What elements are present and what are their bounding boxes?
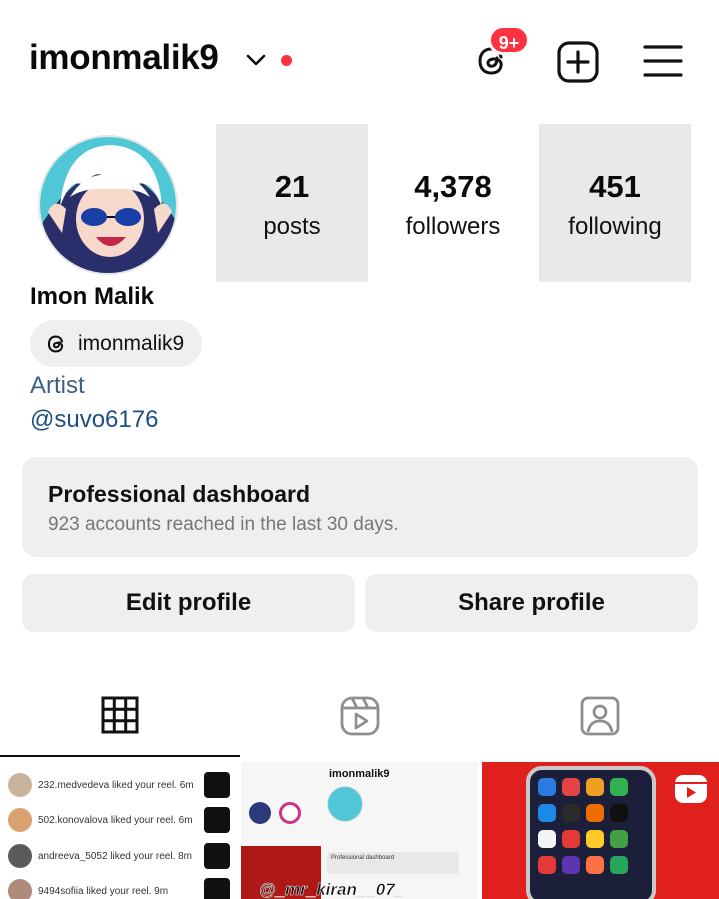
notification-text: andreeva_5052 liked your reel. 8m — [38, 850, 192, 862]
chevron-down-icon[interactable] — [245, 52, 267, 68]
top-bar: imonmalik9 9+ — [0, 0, 719, 120]
following-label: following — [568, 213, 662, 240]
list-item: andreeva_5052 liked your reel. 8m — [8, 843, 230, 869]
tab-posts-grid[interactable] — [0, 680, 240, 756]
avatar-illustration — [40, 137, 176, 273]
notification-text: 502.konovalova liked your reel. 6m — [38, 814, 193, 826]
mini-username: imonmalik9 — [329, 768, 390, 780]
mini-dashboard: Professional dashboard — [327, 852, 459, 874]
share-profile-button[interactable]: Share profile — [365, 574, 698, 632]
phone-image — [526, 766, 656, 899]
threads-handle: imonmalik9 — [78, 331, 185, 355]
post-thumbnail-1[interactable]: 232.medvedeva liked your reel. 6m 502.ko… — [0, 762, 237, 899]
bio-mention-link[interactable]: @suvo6176 — [30, 406, 158, 434]
notification-badge: 9+ — [488, 25, 530, 55]
reel-thumbnail — [204, 878, 230, 899]
posts-count: 21 — [274, 169, 310, 204]
posts-label: posts — [263, 213, 321, 240]
account-username[interactable]: imonmalik9 — [29, 38, 219, 78]
followers-label: followers — [405, 213, 501, 240]
reel-thumbnail — [204, 843, 230, 869]
list-item: 502.konovalova liked your reel. 6m — [8, 807, 230, 833]
edit-profile-button[interactable]: Edit profile — [22, 574, 355, 632]
reels-icon — [675, 775, 707, 803]
mini-highlight — [279, 802, 301, 824]
active-tab-indicator — [0, 755, 240, 757]
avatar — [8, 844, 32, 868]
list-item: 9494sofiia liked your reel. 9m — [8, 878, 230, 899]
threads-profile-chip[interactable]: imonmalik9 — [30, 320, 203, 367]
avatar — [8, 879, 32, 899]
profile-avatar[interactable] — [38, 135, 178, 275]
professional-dashboard-card[interactable]: Professional dashboard 923 accounts reac… — [22, 457, 698, 557]
notification-text: 9494sofiia liked your reel. 9m — [38, 885, 169, 897]
threads-icon — [47, 335, 64, 352]
overlay-caption: @_mr_kiran__07_ — [259, 880, 405, 899]
list-item: 232.medvedeva liked your reel. 6m — [8, 772, 230, 798]
followers-count: 4,378 — [414, 169, 492, 204]
grid-icon — [101, 696, 139, 734]
mini-avatar — [327, 786, 363, 822]
following-stat[interactable]: 451 following — [539, 124, 691, 282]
dashboard-subtitle: 923 accounts reached in the last 30 days… — [48, 514, 399, 535]
create-post-icon[interactable] — [556, 40, 600, 84]
reel-thumbnail — [204, 772, 230, 798]
hamburger-menu-icon[interactable] — [642, 42, 684, 80]
followers-stat[interactable]: 4,378 followers — [377, 124, 529, 282]
avatar — [8, 773, 32, 797]
notification-text: 232.medvedeva liked your reel. 6m — [38, 779, 194, 791]
following-count: 451 — [589, 169, 641, 204]
tab-reels[interactable] — [240, 680, 480, 756]
mini-highlight — [249, 802, 271, 824]
tagged-icon — [580, 696, 620, 736]
posts-stat[interactable]: 21 posts — [216, 124, 368, 282]
reel-thumbnail — [204, 807, 230, 833]
avatar — [8, 808, 32, 832]
post-thumbnail-3[interactable] — [482, 762, 719, 899]
tab-tagged[interactable] — [480, 680, 719, 756]
post-thumbnail-2[interactable]: imonmalik9 Professional dashboard @_mr_k… — [241, 762, 478, 899]
unread-dot — [281, 55, 292, 66]
dashboard-title: Professional dashboard — [48, 481, 311, 507]
profile-full-name: Imon Malik — [30, 283, 155, 310]
profile-category: Artist — [30, 372, 85, 399]
reels-icon — [340, 696, 380, 736]
